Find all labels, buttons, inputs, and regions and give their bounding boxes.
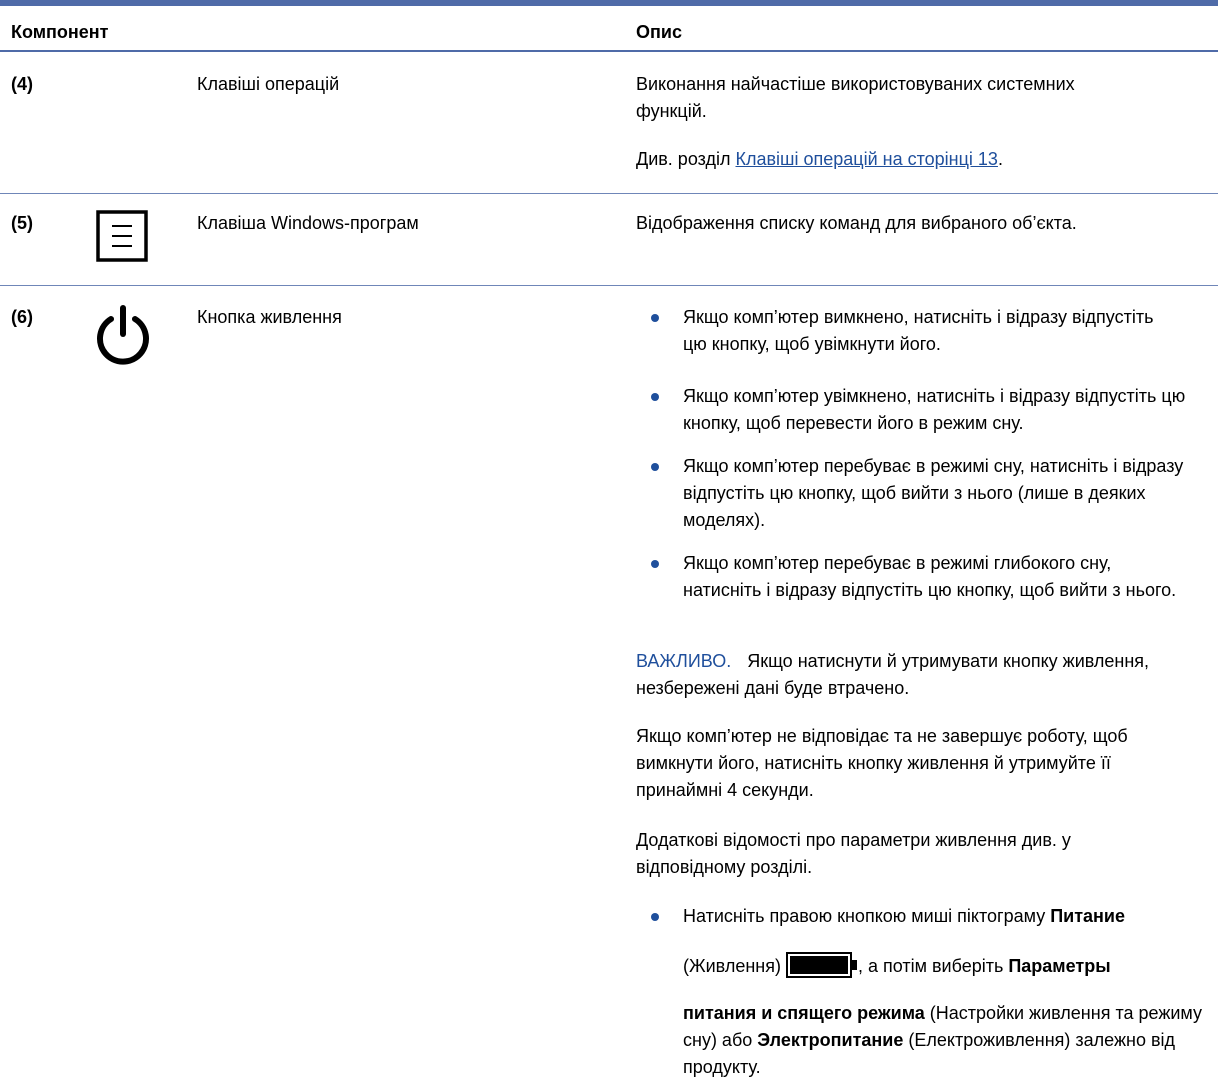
bold-term: питания и спящего режима: [683, 1003, 925, 1023]
bold-term: Параметры: [1008, 956, 1111, 976]
bullet-text-line: (Живлення) , а потім виберіть Параметры: [683, 952, 1203, 980]
bullet-dot: [651, 393, 659, 401]
paragraph: Додаткові відомості про параметри живлен…: [636, 830, 1071, 877]
component-name: Кнопка живлення: [197, 307, 342, 327]
description-text: Виконання найчастіше використовуваних си…: [636, 74, 1075, 121]
row-divider: [0, 193, 1218, 194]
see-also: Див. розділ Клавіші операцій на сторінці…: [636, 146, 1196, 173]
header-description: Опис: [636, 22, 682, 42]
power-icon: [92, 304, 154, 366]
bullet-text-line: питания и спящего режима (Настройки живл…: [683, 1000, 1203, 1081]
bullet-text: Якщо комп’ютер перебуває в режимі сну, н…: [683, 456, 1184, 530]
bullet-text-part: Натисніть правою кнопкою миші піктограму: [683, 906, 1051, 926]
see-prefix: Див. розділ: [636, 149, 736, 169]
bullet-dot: [651, 314, 659, 322]
bullet-text-part: (Живлення): [683, 956, 786, 976]
component-name: Клавіша Windows-програм: [197, 213, 419, 233]
see-link[interactable]: Клавіші операцій на сторінці 13: [736, 149, 998, 169]
bullet-dot: [651, 913, 659, 921]
see-suffix: .: [997, 149, 1003, 169]
header-divider: [0, 50, 1218, 52]
windows-menu-icon: [96, 210, 148, 262]
header-component: Компонент: [11, 22, 109, 42]
battery-icon: [785, 952, 858, 978]
row-number: (5): [11, 213, 33, 233]
bullet-text: Якщо комп’ютер увімкнено, натисніть і ві…: [683, 386, 1186, 433]
bullet-text: Натисніть правою кнопкою миші піктограму…: [683, 903, 1198, 930]
bold-term: Электропитание: [757, 1030, 904, 1050]
important-note: ВАЖЛИВО. Якщо натиснути й утримувати кноп…: [636, 648, 1206, 702]
row-number: (4): [11, 74, 33, 94]
paragraph: Якщо комп’ютер не відповідає та не завер…: [636, 726, 1128, 800]
important-label: ВАЖЛИВО.: [636, 651, 732, 671]
row-number: (6): [11, 307, 33, 327]
bold-term: Питание: [1050, 906, 1125, 926]
description-text: Відображення списку команд для вибраного…: [636, 213, 1077, 233]
bullet-dot: [651, 463, 659, 471]
bullet-dot: [651, 560, 659, 568]
bullet-text: Якщо комп’ютер перебуває в режимі глибок…: [683, 553, 1177, 600]
row-divider: [0, 285, 1218, 286]
component-name: Клавіші операцій: [197, 74, 340, 94]
bullet-text: Якщо комп’ютер вимкнено, натисніть і від…: [683, 307, 1154, 354]
table-top-border: [0, 0, 1218, 6]
bullet-text-part: , а потім виберіть: [857, 956, 1009, 976]
